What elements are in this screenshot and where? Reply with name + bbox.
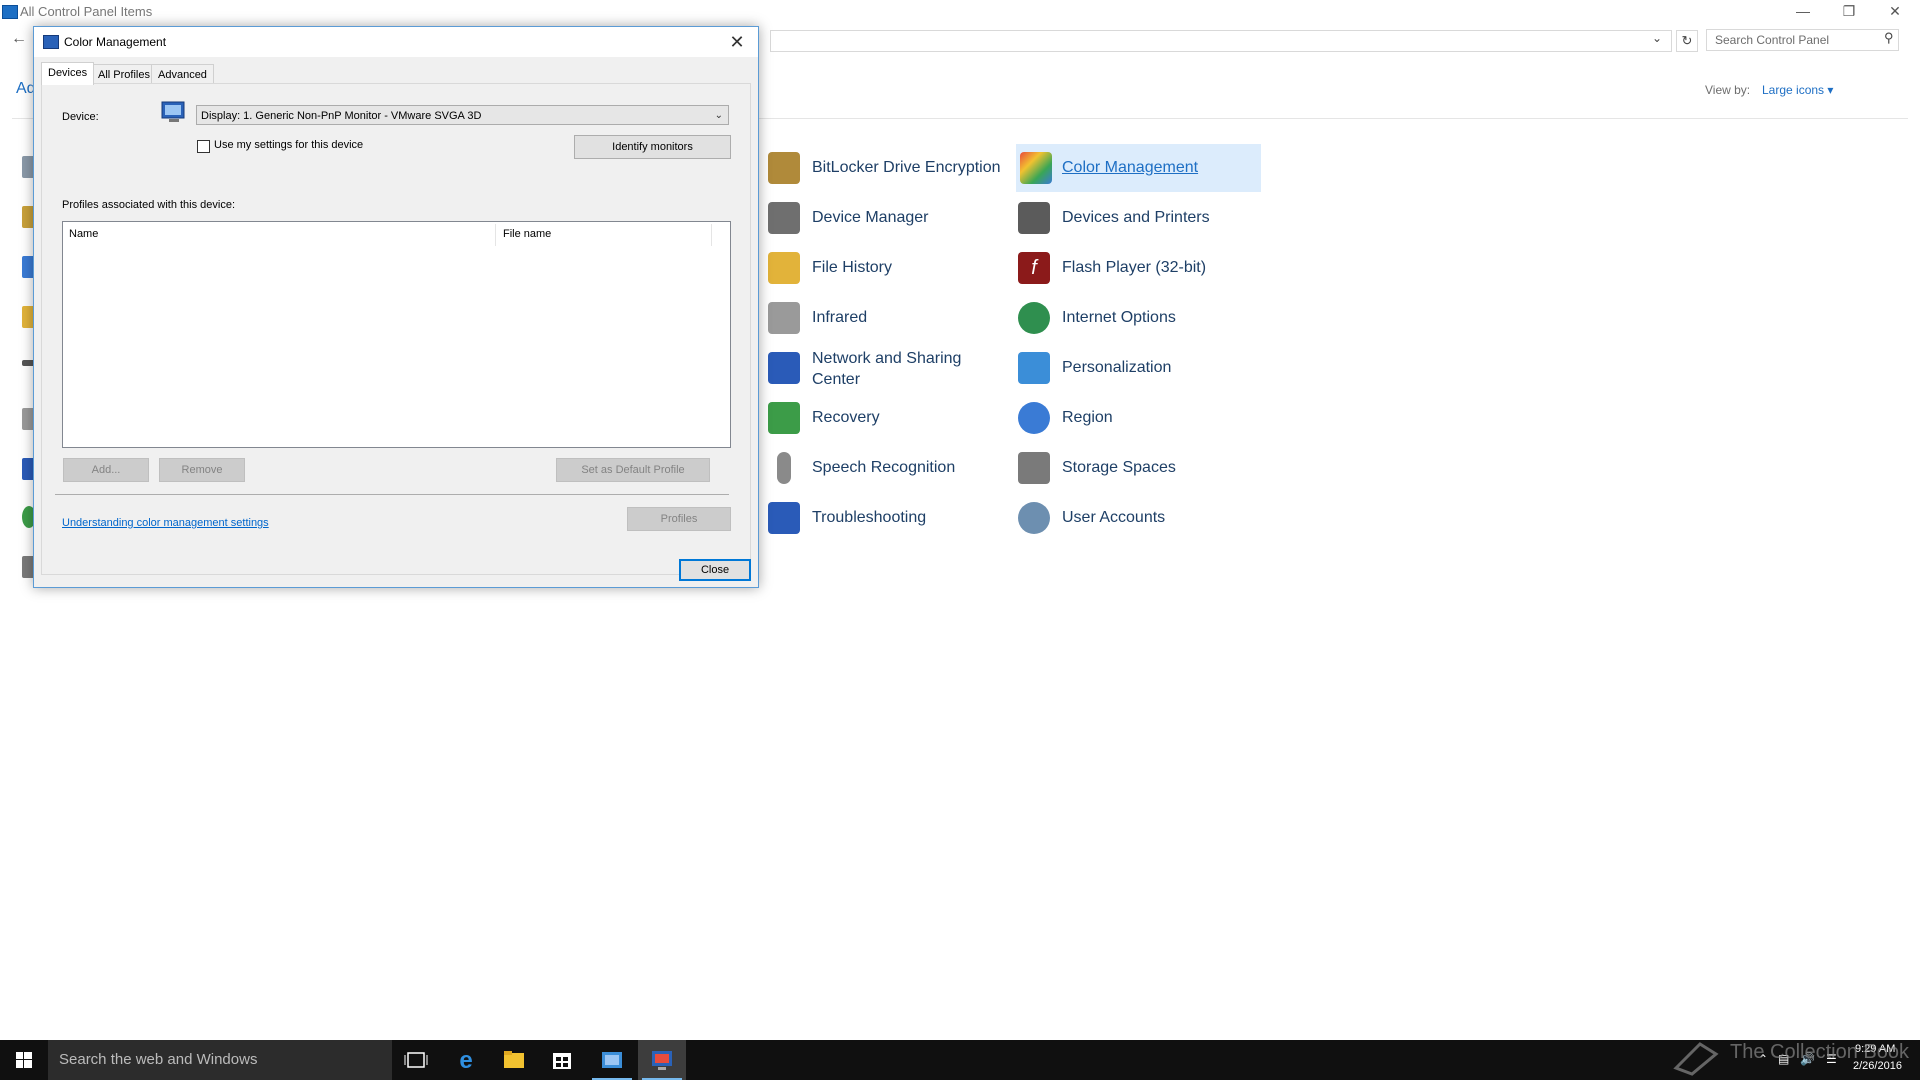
column-header-name[interactable]: Name xyxy=(69,228,98,240)
flash-player-icon: f xyxy=(1018,252,1050,284)
printer-icon xyxy=(1018,202,1050,234)
cp-item-troubleshooting[interactable]: Troubleshooting xyxy=(768,494,1013,542)
user-accounts-icon xyxy=(1018,502,1050,534)
column-divider[interactable] xyxy=(711,224,712,246)
chevron-down-icon: ⌄ xyxy=(714,110,723,121)
column-divider[interactable] xyxy=(495,224,496,246)
cp-item-internet-options[interactable]: Internet Options xyxy=(1018,294,1263,342)
search-icon[interactable]: ⚲ xyxy=(1884,30,1894,46)
dialog-titlebar[interactable]: Color Management ✕ xyxy=(34,27,758,57)
store-icon[interactable] xyxy=(538,1040,586,1080)
personalization-icon xyxy=(1018,352,1050,384)
color-management-icon xyxy=(1020,152,1052,184)
use-my-settings-checkbox[interactable] xyxy=(197,140,210,153)
file-explorer-icon[interactable] xyxy=(490,1040,538,1080)
cp-item-file-history[interactable]: File History xyxy=(768,244,1013,292)
troubleshooting-icon xyxy=(768,502,800,534)
profiles-button[interactable]: Profiles xyxy=(627,507,731,531)
close-button[interactable]: Close xyxy=(679,559,751,581)
control-panel-taskbar-icon[interactable] xyxy=(588,1040,636,1080)
minimize-button[interactable]: — xyxy=(1780,0,1826,22)
color-management-app-icon xyxy=(43,35,59,49)
restore-button[interactable]: ❐ xyxy=(1826,0,1872,22)
cp-item-infrared[interactable]: Infrared xyxy=(768,294,1013,342)
monitor-icon xyxy=(161,101,187,125)
view-by-dropdown[interactable]: Large icons ▾ xyxy=(1762,83,1833,97)
tab-all-profiles[interactable]: All Profiles xyxy=(91,64,157,85)
device-label: Device: xyxy=(62,111,99,123)
cp-item-region[interactable]: Region xyxy=(1018,394,1263,442)
add-profile-button[interactable]: Add... xyxy=(63,458,149,482)
tab-devices[interactable]: Devices xyxy=(41,62,95,85)
watermark-book-icon xyxy=(1670,1038,1722,1081)
cp-item-devices-printers[interactable]: Devices and Printers xyxy=(1018,194,1263,242)
cp-item-storage-spaces[interactable]: Storage Spaces xyxy=(1018,444,1263,492)
profiles-list[interactable]: Name File name xyxy=(62,221,731,448)
taskbar-search-box[interactable]: Search the web and Windows xyxy=(48,1040,392,1080)
window-title: All Control Panel Items xyxy=(20,4,153,19)
region-globe-icon xyxy=(1018,402,1050,434)
understanding-color-management-link[interactable]: Understanding color management settings xyxy=(62,517,269,529)
device-dropdown-value: Display: 1. Generic Non-PnP Monitor - VM… xyxy=(201,110,482,122)
window-close-button[interactable]: ✕ xyxy=(1872,0,1918,22)
cp-item-network-sharing[interactable]: Network and Sharing Center xyxy=(768,344,1013,396)
watermark-text: The Collection Book xyxy=(1730,1041,1909,1063)
cp-item-device-manager[interactable]: Device Manager xyxy=(768,194,1013,242)
dialog-close-icon[interactable]: ✕ xyxy=(722,31,752,53)
address-dropdown-icon[interactable]: ⌄ xyxy=(1652,31,1662,45)
cp-item-flash-player[interactable]: f Flash Player (32-bit) xyxy=(1018,244,1263,292)
view-by-label: View by: xyxy=(1705,83,1751,97)
cp-item-bitlocker[interactable]: BitLocker Drive Encryption xyxy=(768,144,1013,192)
storage-spaces-icon xyxy=(1018,452,1050,484)
taskbar: Search the web and Windows e ⌃ ▤ 🔊 ☰ 9:2… xyxy=(0,1040,1920,1080)
remove-profile-button[interactable]: Remove xyxy=(159,458,245,482)
recovery-icon xyxy=(768,402,800,434)
back-arrow-icon[interactable]: ← xyxy=(11,30,27,48)
infrared-icon xyxy=(768,302,800,334)
column-header-file-name[interactable]: File name xyxy=(503,228,551,240)
set-default-profile-button[interactable]: Set as Default Profile xyxy=(556,458,710,482)
device-dropdown[interactable]: Display: 1. Generic Non-PnP Monitor - VM… xyxy=(196,105,729,125)
microphone-icon xyxy=(777,452,791,484)
use-my-settings-label[interactable]: Use my settings for this device xyxy=(214,139,363,151)
search-input[interactable]: Search Control Panel xyxy=(1706,29,1899,51)
start-button[interactable] xyxy=(0,1040,48,1080)
color-management-taskbar-icon[interactable] xyxy=(638,1040,686,1080)
edge-browser-icon[interactable]: e xyxy=(442,1040,490,1080)
bitlocker-key-icon xyxy=(768,152,800,184)
profiles-label: Profiles associated with this device: xyxy=(62,199,236,211)
refresh-icon[interactable]: ↻ xyxy=(1676,30,1698,52)
address-bar[interactable] xyxy=(770,30,1672,52)
color-management-dialog: Color Management ✕ Devices All Profiles … xyxy=(33,26,759,588)
windows-logo-icon xyxy=(16,1052,32,1068)
cp-item-speech-recognition[interactable]: Speech Recognition xyxy=(768,444,1013,492)
cp-item-personalization[interactable]: Personalization xyxy=(1018,344,1263,392)
cp-item-user-accounts[interactable]: User Accounts xyxy=(1018,494,1263,542)
network-icon xyxy=(768,352,800,384)
cp-item-recovery[interactable]: Recovery xyxy=(768,394,1013,442)
control-panel-app-icon xyxy=(2,5,18,19)
cp-item-color-management[interactable]: Color Management xyxy=(1016,144,1261,192)
svg-text:e: e xyxy=(459,1047,472,1074)
task-view-icon[interactable] xyxy=(392,1040,440,1080)
device-manager-icon xyxy=(768,202,800,234)
separator xyxy=(55,494,729,495)
internet-options-icon xyxy=(1018,302,1050,334)
dialog-title: Color Management xyxy=(64,35,167,49)
identify-monitors-button[interactable]: Identify monitors xyxy=(574,135,731,159)
file-history-icon xyxy=(768,252,800,284)
tab-advanced[interactable]: Advanced xyxy=(151,64,214,85)
